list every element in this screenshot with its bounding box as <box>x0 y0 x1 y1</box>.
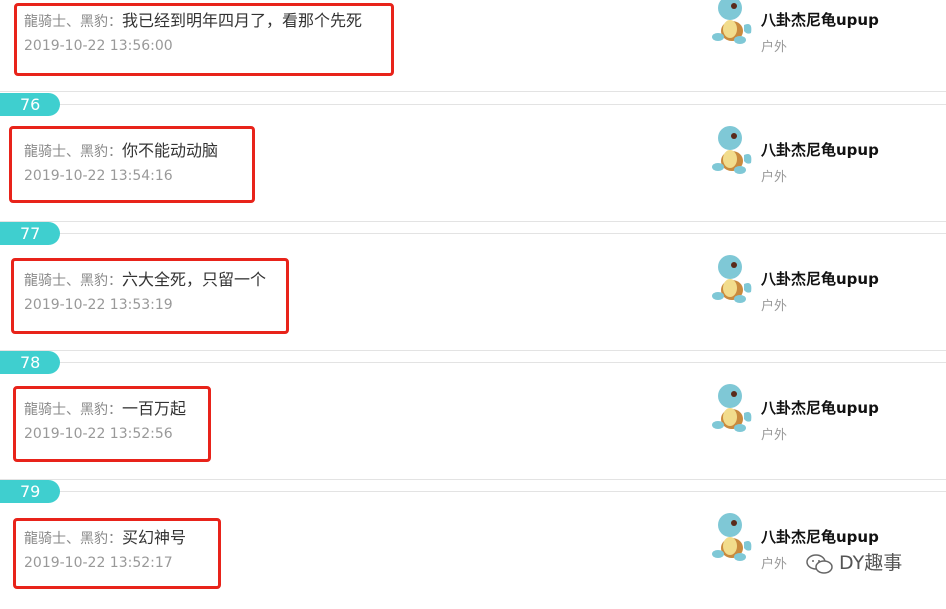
username[interactable]: 八卦杰尼龟upup <box>761 397 879 418</box>
wechat-icon <box>806 553 833 574</box>
divider <box>0 362 946 363</box>
category-label: 户外 <box>761 428 788 443</box>
category-label: 户外 <box>761 40 788 55</box>
watermark-text: DY趣事 <box>839 552 903 574</box>
comment-entry: 79 龍骑士、黑豹：买幻神号 2019-10-22 13:52:17 八卦杰尼龟… <box>0 480 946 609</box>
comment-entry: 龍骑士、黑豹：我已经到明年四月了，看那个先死 2019-10-22 13:56:… <box>0 0 946 92</box>
username[interactable]: 八卦杰尼龟upup <box>761 268 879 289</box>
watermark: DY趣事 <box>805 548 902 575</box>
comment-number-badge: 78 <box>0 351 60 374</box>
squirtle-avatar-icon[interactable] <box>706 381 754 433</box>
comment-number-badge: 77 <box>0 222 60 245</box>
highlight-box <box>13 386 211 462</box>
highlight-box <box>13 518 221 589</box>
comment-number-badge: 79 <box>0 480 60 503</box>
comment-entry: 76 龍骑士、黑豹：你不能动动脑 2019-10-22 13:54:16 八卦杰… <box>0 93 946 222</box>
username[interactable]: 八卦杰尼龟upup <box>761 526 879 547</box>
entry-bottom-line <box>0 91 946 92</box>
comment-entry: 78 龍骑士、黑豹：一百万起 2019-10-22 13:52:56 八卦杰尼龟… <box>0 351 946 480</box>
divider <box>0 491 946 492</box>
divider <box>0 104 946 105</box>
comment-entry: 77 龍骑士、黑豹：六大全死，只留一个 2019-10-22 13:53:19 … <box>0 222 946 351</box>
category-label: 户外 <box>761 299 788 314</box>
squirtle-avatar-icon[interactable] <box>706 252 754 304</box>
squirtle-avatar-icon[interactable] <box>706 0 754 45</box>
highlight-box <box>11 258 289 334</box>
divider <box>0 233 946 234</box>
squirtle-avatar-icon[interactable] <box>706 123 754 175</box>
category-label: 户外 <box>761 170 788 185</box>
squirtle-avatar-icon[interactable] <box>706 510 754 562</box>
username[interactable]: 八卦杰尼龟upup <box>761 9 879 30</box>
highlight-box <box>14 3 394 76</box>
category-label: 户外 <box>761 557 788 572</box>
highlight-box <box>9 126 255 203</box>
comment-number-badge: 76 <box>0 93 60 116</box>
username[interactable]: 八卦杰尼龟upup <box>761 139 879 160</box>
